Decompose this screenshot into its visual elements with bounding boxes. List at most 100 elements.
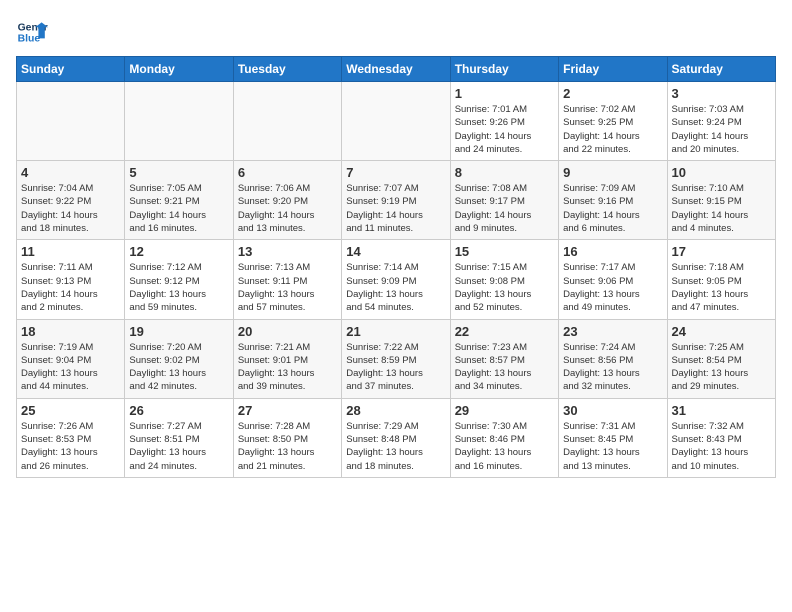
day-header: Sunday bbox=[17, 57, 125, 82]
calendar-cell: 6Sunrise: 7:06 AM Sunset: 9:20 PM Daylig… bbox=[233, 161, 341, 240]
day-number: 2 bbox=[563, 86, 662, 101]
calendar-cell: 12Sunrise: 7:12 AM Sunset: 9:12 PM Dayli… bbox=[125, 240, 233, 319]
day-number: 11 bbox=[21, 244, 120, 259]
calendar-cell: 7Sunrise: 7:07 AM Sunset: 9:19 PM Daylig… bbox=[342, 161, 450, 240]
calendar-week-row: 1Sunrise: 7:01 AM Sunset: 9:26 PM Daylig… bbox=[17, 82, 776, 161]
cell-content: Sunrise: 7:02 AM Sunset: 9:25 PM Dayligh… bbox=[563, 103, 662, 156]
calendar-cell: 28 Sunrise: 7:29 AM Sunset: 8:48 PM Dayli… bbox=[342, 398, 450, 477]
cell-content: Sunrise: 7:25 AM Sunset: 8:54 PM Dayligh… bbox=[672, 341, 771, 394]
calendar-week-row: 11 Sunrise: 7:11 AM Sunset: 9:13 PM Dayli… bbox=[17, 240, 776, 319]
cell-content: Sunrise: 7:23 AM Sunset: 8:57 PM Dayligh… bbox=[455, 341, 554, 394]
calendar-table: SundayMondayTuesdayWednesdayThursdayFrid… bbox=[16, 56, 776, 478]
day-number: 14 bbox=[346, 244, 445, 259]
logo: General Blue bbox=[16, 16, 48, 48]
page-header: General Blue bbox=[16, 16, 776, 48]
cell-content: Sunrise: 7:30 AM Sunset: 8:46 PM Dayligh… bbox=[455, 420, 554, 473]
calendar-cell: 9 Sunrise: 7:09 AM Sunset: 9:16 PM Daylig… bbox=[559, 161, 667, 240]
calendar-cell: 31 Sunrise: 7:32 AM Sunset: 8:43 PM Dayli… bbox=[667, 398, 775, 477]
calendar-body: 1Sunrise: 7:01 AM Sunset: 9:26 PM Daylig… bbox=[17, 82, 776, 478]
day-number: 31 bbox=[672, 403, 771, 418]
cell-content: Sunrise: 7:15 AM Sunset: 9:08 PM Dayligh… bbox=[455, 261, 554, 314]
cell-content: Sunrise: 7:10 AM Sunset: 9:15 PM Dayligh… bbox=[672, 182, 771, 235]
cell-content: Sunrise: 7:03 AM Sunset: 9:24 PM Dayligh… bbox=[672, 103, 771, 156]
calendar-cell bbox=[233, 82, 341, 161]
cell-content: Sunrise: 7:04 AM Sunset: 9:22 PM Dayligh… bbox=[21, 182, 120, 235]
calendar-cell: 20 Sunrise: 7:21 AM Sunset: 9:01 PM Dayli… bbox=[233, 319, 341, 398]
calendar-cell: 25 Sunrise: 7:26 AM Sunset: 8:53 PM Dayli… bbox=[17, 398, 125, 477]
day-header: Wednesday bbox=[342, 57, 450, 82]
day-number: 5 bbox=[129, 165, 228, 180]
day-number: 27 bbox=[238, 403, 337, 418]
day-number: 7 bbox=[346, 165, 445, 180]
cell-content: Sunrise: 7:18 AM Sunset: 9:05 PM Dayligh… bbox=[672, 261, 771, 314]
calendar-cell bbox=[125, 82, 233, 161]
calendar-cell bbox=[342, 82, 450, 161]
day-number: 24 bbox=[672, 324, 771, 339]
cell-content: Sunrise: 7:13 AM Sunset: 9:11 PM Dayligh… bbox=[238, 261, 337, 314]
cell-content: Sunrise: 7:05 AM Sunset: 9:21 PM Dayligh… bbox=[129, 182, 228, 235]
day-number: 4 bbox=[21, 165, 120, 180]
calendar-cell: 26 Sunrise: 7:27 AM Sunset: 8:51 PM Dayli… bbox=[125, 398, 233, 477]
cell-content: Sunrise: 7:01 AM Sunset: 9:26 PM Dayligh… bbox=[455, 103, 554, 156]
cell-content: Sunrise: 7:26 AM Sunset: 8:53 PM Dayligh… bbox=[21, 420, 120, 473]
calendar-cell: 23Sunrise: 7:24 AM Sunset: 8:56 PM Dayli… bbox=[559, 319, 667, 398]
cell-content: Sunrise: 7:27 AM Sunset: 8:51 PM Dayligh… bbox=[129, 420, 228, 473]
calendar-header-row: SundayMondayTuesdayWednesdayThursdayFrid… bbox=[17, 57, 776, 82]
cell-content: Sunrise: 7:11 AM Sunset: 9:13 PM Dayligh… bbox=[21, 261, 120, 314]
calendar-cell: 1Sunrise: 7:01 AM Sunset: 9:26 PM Daylig… bbox=[450, 82, 558, 161]
calendar-cell: 4 Sunrise: 7:04 AM Sunset: 9:22 PM Daylig… bbox=[17, 161, 125, 240]
day-number: 29 bbox=[455, 403, 554, 418]
day-number: 20 bbox=[238, 324, 337, 339]
calendar-cell: 13 Sunrise: 7:13 AM Sunset: 9:11 PM Dayli… bbox=[233, 240, 341, 319]
day-number: 16 bbox=[563, 244, 662, 259]
calendar-cell: 18 Sunrise: 7:19 AM Sunset: 9:04 PM Dayli… bbox=[17, 319, 125, 398]
calendar-cell: 16Sunrise: 7:17 AM Sunset: 9:06 PM Dayli… bbox=[559, 240, 667, 319]
day-header: Saturday bbox=[667, 57, 775, 82]
calendar-cell: 21 Sunrise: 7:22 AM Sunset: 8:59 PM Dayli… bbox=[342, 319, 450, 398]
calendar-cell: 30 Sunrise: 7:31 AM Sunset: 8:45 PM Dayli… bbox=[559, 398, 667, 477]
day-number: 28 bbox=[346, 403, 445, 418]
cell-content: Sunrise: 7:19 AM Sunset: 9:04 PM Dayligh… bbox=[21, 341, 120, 394]
calendar-cell: 10 Sunrise: 7:10 AM Sunset: 9:15 PM Dayli… bbox=[667, 161, 775, 240]
cell-content: Sunrise: 7:14 AM Sunset: 9:09 PM Dayligh… bbox=[346, 261, 445, 314]
calendar-week-row: 25 Sunrise: 7:26 AM Sunset: 8:53 PM Dayli… bbox=[17, 398, 776, 477]
day-number: 12 bbox=[129, 244, 228, 259]
cell-content: Sunrise: 7:21 AM Sunset: 9:01 PM Dayligh… bbox=[238, 341, 337, 394]
cell-content: Sunrise: 7:31 AM Sunset: 8:45 PM Dayligh… bbox=[563, 420, 662, 473]
day-number: 18 bbox=[21, 324, 120, 339]
day-number: 3 bbox=[672, 86, 771, 101]
day-number: 30 bbox=[563, 403, 662, 418]
cell-content: Sunrise: 7:22 AM Sunset: 8:59 PM Dayligh… bbox=[346, 341, 445, 394]
day-number: 26 bbox=[129, 403, 228, 418]
day-header: Tuesday bbox=[233, 57, 341, 82]
cell-content: Sunrise: 7:09 AM Sunset: 9:16 PM Dayligh… bbox=[563, 182, 662, 235]
day-number: 10 bbox=[672, 165, 771, 180]
day-number: 19 bbox=[129, 324, 228, 339]
day-header: Monday bbox=[125, 57, 233, 82]
calendar-week-row: 4 Sunrise: 7:04 AM Sunset: 9:22 PM Daylig… bbox=[17, 161, 776, 240]
calendar-cell: 19 Sunrise: 7:20 AM Sunset: 9:02 PM Dayli… bbox=[125, 319, 233, 398]
day-header: Thursday bbox=[450, 57, 558, 82]
day-number: 13 bbox=[238, 244, 337, 259]
calendar-cell: 3 Sunrise: 7:03 AM Sunset: 9:24 PM Daylig… bbox=[667, 82, 775, 161]
calendar-cell: 8Sunrise: 7:08 AM Sunset: 9:17 PM Daylig… bbox=[450, 161, 558, 240]
day-number: 8 bbox=[455, 165, 554, 180]
day-number: 17 bbox=[672, 244, 771, 259]
calendar-cell: 14 Sunrise: 7:14 AM Sunset: 9:09 PM Dayli… bbox=[342, 240, 450, 319]
calendar-week-row: 18 Sunrise: 7:19 AM Sunset: 9:04 PM Dayli… bbox=[17, 319, 776, 398]
day-number: 25 bbox=[21, 403, 120, 418]
cell-content: Sunrise: 7:32 AM Sunset: 8:43 PM Dayligh… bbox=[672, 420, 771, 473]
cell-content: Sunrise: 7:06 AM Sunset: 9:20 PM Dayligh… bbox=[238, 182, 337, 235]
day-number: 22 bbox=[455, 324, 554, 339]
calendar-cell bbox=[17, 82, 125, 161]
calendar-cell: 2 Sunrise: 7:02 AM Sunset: 9:25 PM Daylig… bbox=[559, 82, 667, 161]
cell-content: Sunrise: 7:20 AM Sunset: 9:02 PM Dayligh… bbox=[129, 341, 228, 394]
calendar-cell: 22 Sunrise: 7:23 AM Sunset: 8:57 PM Dayli… bbox=[450, 319, 558, 398]
cell-content: Sunrise: 7:29 AM Sunset: 8:48 PM Dayligh… bbox=[346, 420, 445, 473]
day-number: 9 bbox=[563, 165, 662, 180]
logo-icon: General Blue bbox=[16, 16, 48, 48]
day-number: 21 bbox=[346, 324, 445, 339]
cell-content: Sunrise: 7:24 AM Sunset: 8:56 PM Dayligh… bbox=[563, 341, 662, 394]
calendar-cell: 27Sunrise: 7:28 AM Sunset: 8:50 PM Dayli… bbox=[233, 398, 341, 477]
svg-text:Blue: Blue bbox=[18, 34, 41, 45]
